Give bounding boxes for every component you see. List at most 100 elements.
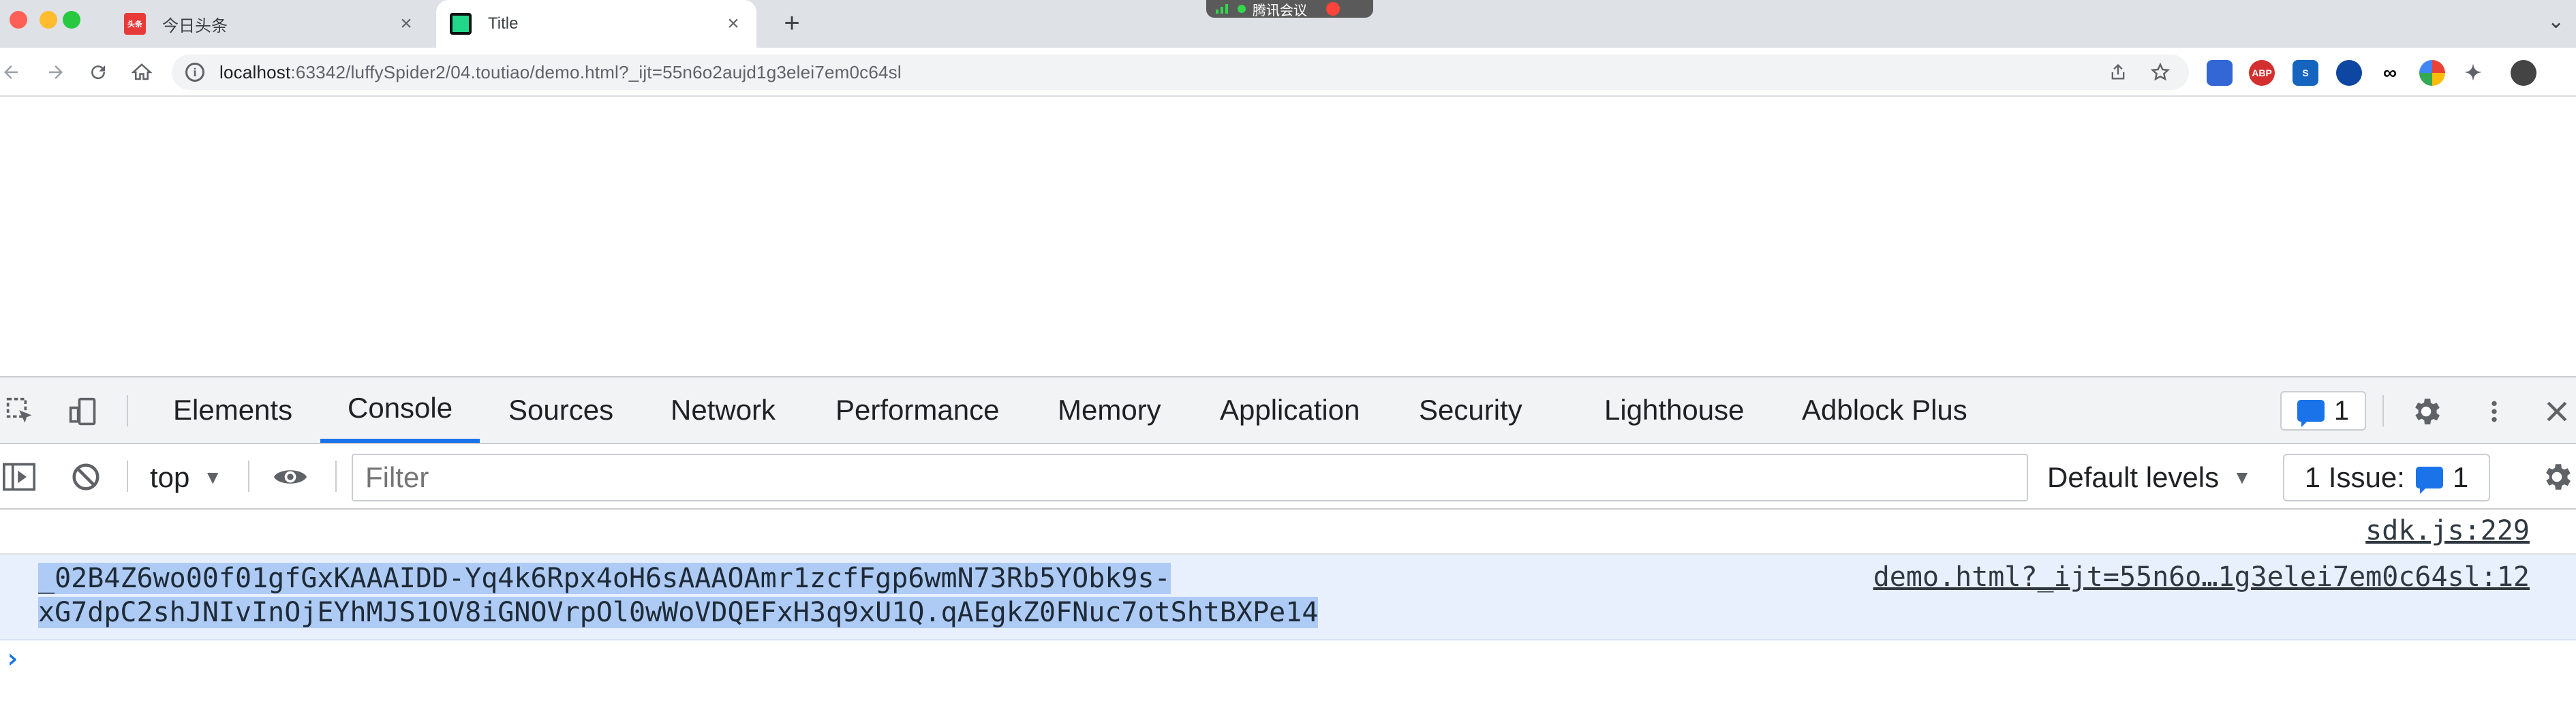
show-sidebar-button[interactable]	[1, 459, 37, 495]
log-levels-select[interactable]: Default levels ▼	[2047, 461, 2252, 495]
console-message[interactable]: _02B4Z6wo00f01gfGxKAAAIDD-Yq4k6Rpx4oH6sA…	[38, 561, 1319, 630]
javascript-context-select[interactable]: top ▼	[150, 461, 222, 495]
arrow-right-icon	[49, 65, 63, 79]
window-minimize-button[interactable]	[40, 11, 57, 29]
page-viewport	[0, 98, 2576, 376]
devtools-tabbar: Elements Console Sources Network Perform…	[0, 377, 2576, 444]
ext-4-icon[interactable]	[2336, 60, 2362, 86]
issues-button[interactable]: 1 Issue: 1	[2283, 454, 2490, 501]
tab-title: Title	[488, 14, 519, 33]
sidebar-toggle-icon	[3, 463, 35, 491]
url-text[interactable]: localhost:63342/luffySpider2/04.toutiao/…	[219, 62, 902, 83]
source-link[interactable]: demo.html?_ijt=55n6o…1g3elei7em0c64sl:12	[1873, 561, 2530, 593]
divider	[248, 461, 249, 492]
clear-console-button[interactable]	[68, 459, 104, 495]
address-bar[interactable]: i localhost:63342/luffySpider2/04.toutia…	[172, 55, 2189, 90]
adblock-icon[interactable]: ABP	[2249, 60, 2275, 86]
console-filter-bar: top ▼ Default levels ▼ 1 Issue: 1	[0, 444, 2576, 510]
console-output: sdk.js:229 _02B4Z6wo00f01gfGxKAAAIDD-Yq4…	[0, 510, 2576, 714]
window-close-button[interactable]	[10, 11, 27, 29]
divider	[335, 461, 337, 492]
tab-network[interactable]: Network	[671, 377, 776, 443]
tab-toutiao[interactable]: 头条 今日头条 ×	[110, 0, 429, 48]
message-icon	[2415, 467, 2443, 494]
close-icon[interactable]: ×	[720, 10, 747, 37]
tab-search-chevron-icon[interactable]: ⌄	[2547, 10, 2564, 33]
tab-lighthouse[interactable]: Lighthouse	[1604, 377, 1745, 443]
meeting-overlay[interactable]: 腾讯会议	[1206, 0, 1373, 18]
tab-memory[interactable]: Memory	[1058, 377, 1161, 443]
new-tab-button[interactable]: +	[777, 8, 807, 38]
close-icon[interactable]: ×	[393, 10, 420, 37]
triangle-down-icon: ▼	[2233, 467, 2252, 488]
signal-bars-icon	[1216, 4, 1228, 14]
kebab-menu-icon	[2491, 401, 2497, 422]
tab-strip: 头条 今日头条 × Title × + 腾讯会议 ⌄	[0, 0, 2576, 48]
eye-icon	[273, 470, 307, 484]
tab-application[interactable]: Application	[1220, 377, 1360, 443]
share-button[interactable]	[2103, 57, 2133, 87]
tab-title: 今日头条	[162, 16, 228, 35]
tab-console[interactable]: Console	[320, 377, 480, 443]
source-link[interactable]: sdk.js:229	[2365, 515, 2530, 546]
device-toolbar-icon[interactable]	[65, 394, 101, 429]
window-maximize-button[interactable]	[63, 11, 80, 29]
share-icon	[2111, 63, 2125, 80]
status-dot-icon	[1238, 5, 1246, 13]
home-button[interactable]	[125, 56, 158, 89]
close-icon	[2547, 401, 2567, 422]
reload-icon	[91, 65, 106, 80]
arrow-left-icon	[4, 65, 18, 79]
bookmark-button[interactable]	[2145, 57, 2175, 87]
home-icon	[132, 63, 152, 80]
inspect-element-icon[interactable]	[3, 394, 38, 429]
devtools-panel: Elements Console Sources Network Perform…	[0, 376, 2576, 713]
toutiao-favicon-icon: 头条	[124, 13, 146, 35]
message-icon	[2297, 400, 2325, 427]
clear-icon	[72, 463, 99, 491]
more-options-button[interactable]	[2477, 394, 2512, 429]
message-line: xG7dpC2shJNIvInOjEYhMJS1OV8iGNOVrpOl0wWo…	[38, 597, 1319, 628]
ext-6-icon[interactable]	[2419, 60, 2445, 86]
divider	[127, 395, 128, 426]
issues-count: 1	[2452, 461, 2469, 493]
console-settings-button[interactable]	[2539, 459, 2575, 495]
reload-button[interactable]	[82, 56, 114, 89]
triangle-down-icon: ▼	[203, 467, 223, 488]
console-messages-badge[interactable]: 1	[2280, 391, 2366, 431]
close-devtools-button[interactable]	[2539, 394, 2575, 429]
settings-button[interactable]	[2408, 394, 2444, 429]
puzzle-icon[interactable]: ✦	[2460, 60, 2486, 86]
link-icon[interactable]: ∞	[2377, 60, 2403, 86]
record-icon	[1326, 2, 1340, 16]
issues-label: 1 Issue:	[2304, 461, 2405, 493]
forward-button[interactable]	[40, 56, 72, 89]
device-icon	[69, 397, 96, 426]
browser-toolbar: i localhost:63342/luffySpider2/04.toutia…	[0, 48, 2576, 97]
star-icon	[2150, 62, 2171, 81]
console-prompt[interactable]: ›	[4, 643, 20, 674]
tab-title-active[interactable]: Title ×	[436, 0, 756, 48]
tab-performance[interactable]: Performance	[835, 377, 999, 443]
avatar[interactable]	[2511, 60, 2536, 86]
back-button[interactable]	[0, 56, 27, 89]
console-row: _02B4Z6wo00f01gfGxKAAAIDD-Yq4k6Rpx4oH6sA…	[0, 555, 2576, 640]
pycharm-favicon-icon	[450, 13, 472, 35]
divider	[2382, 395, 2384, 426]
tab-elements[interactable]: Elements	[173, 377, 292, 443]
live-expression-button[interactable]	[273, 459, 308, 495]
tab-adblock-plus[interactable]: Adblock Plus	[1802, 377, 1967, 443]
levels-value: Default levels	[2047, 461, 2220, 493]
ext-3-icon[interactable]: S	[2293, 60, 2318, 86]
meeting-label: 腾讯会议	[1253, 3, 1307, 18]
inspect-element-icon-glyph	[6, 397, 32, 423]
tab-sources[interactable]: Sources	[508, 377, 613, 443]
context-value: top	[150, 461, 190, 493]
filter-input[interactable]	[352, 454, 2028, 501]
divider	[127, 461, 128, 492]
gear-icon	[2546, 464, 2571, 490]
tab-security[interactable]: Security	[1419, 377, 1522, 443]
console-row: sdk.js:229	[0, 510, 2576, 555]
ext-1-icon[interactable]	[2207, 60, 2233, 86]
site-info-icon[interactable]: i	[185, 63, 204, 82]
